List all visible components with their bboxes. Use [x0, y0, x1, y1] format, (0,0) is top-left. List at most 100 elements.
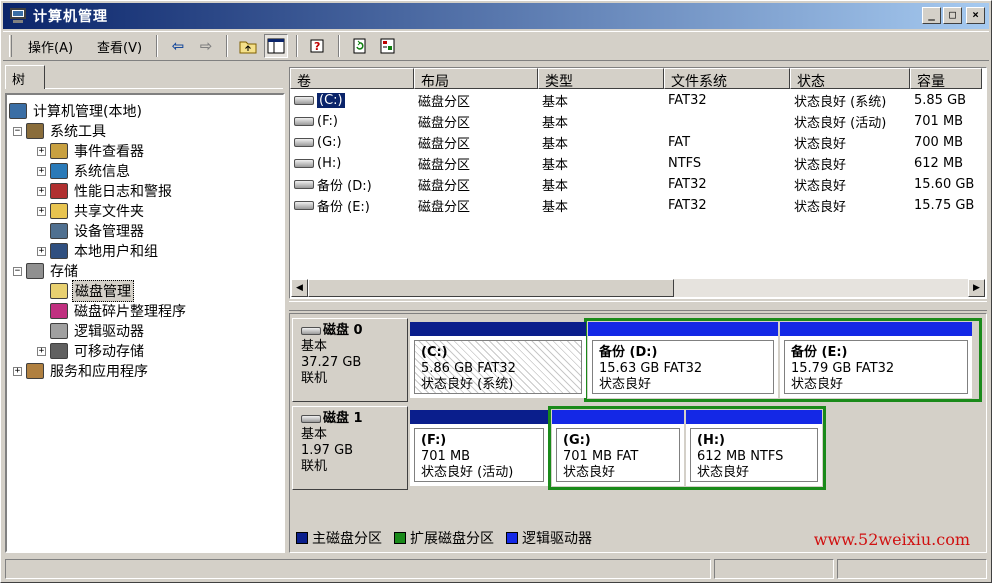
tree-item-label[interactable]: 系统工具	[48, 121, 108, 141]
help-icon[interactable]: ?	[306, 34, 330, 58]
partition-block[interactable]: 备份 (E:) 15.79 GB FAT32 状态良好	[780, 322, 972, 398]
minimize-button[interactable]: _	[922, 7, 941, 24]
tree-item[interactable]: 磁盘管理	[37, 280, 134, 302]
title-bar[interactable]: 计算机管理 _ □ ×	[3, 3, 989, 29]
table-row[interactable]: 备份 (E:) 磁盘分区 基本 FAT32 状态良好 15.75 GB	[290, 195, 982, 216]
tree-item[interactable]: 设备管理器	[37, 221, 146, 241]
tree-item-label[interactable]: 性能日志和警报	[72, 181, 174, 201]
partition-type-bar	[410, 322, 586, 336]
menu-view[interactable]: 查看(V)	[89, 35, 150, 58]
table-row[interactable]: (C:) 磁盘分区 基本 FAT32 状态良好 (系统) 5.85 GB	[290, 90, 982, 111]
column-header[interactable]: 类型	[538, 68, 664, 89]
tab-tree[interactable]: 树	[5, 65, 45, 89]
scroll-left-button[interactable]: ◀	[291, 279, 308, 297]
expand-icon[interactable]: +	[37, 166, 46, 176]
column-header[interactable]: 状态	[790, 68, 910, 89]
tree-item[interactable]: − 系统工具	[13, 121, 108, 141]
table-row[interactable]: (H:) 磁盘分区 基本 NTFS 状态良好 612 MB	[290, 153, 982, 174]
tree-item[interactable]: + 系统信息	[37, 161, 132, 181]
watermark: www.52weixiu.com	[813, 530, 970, 549]
cell-status: 状态良好	[794, 137, 847, 152]
partition-details: (H:) 612 MB NTFS 状态良好	[690, 428, 818, 482]
tree-item-label[interactable]: 服务和应用程序	[48, 361, 150, 381]
cell-capacity: 701 MB	[914, 114, 964, 129]
tree-item-label[interactable]: 设备管理器	[72, 221, 146, 241]
partition-block[interactable]: 备份 (D:) 15.63 GB FAT32 状态良好	[588, 322, 778, 398]
tree-item-label[interactable]: 存储	[48, 261, 80, 281]
partition-block[interactable]: (F:) 701 MB 状态良好 (活动)	[410, 410, 548, 486]
cell-capacity: 15.60 GB	[914, 177, 975, 192]
table-row[interactable]: (G:) 磁盘分区 基本 FAT 状态良好 700 MB	[290, 132, 982, 153]
properties-icon[interactable]	[376, 34, 400, 58]
disk-management-icon	[50, 283, 68, 299]
partition-title: (C:)	[421, 345, 448, 360]
legend-label: 扩展磁盘分区	[410, 531, 494, 547]
cell-status: 状态良好	[794, 179, 847, 194]
tree-item-label[interactable]: 事件查看器	[72, 141, 146, 161]
partition-block[interactable]: (G:) 701 MB FAT 状态良好	[552, 410, 684, 486]
tree-item-label[interactable]: 逻辑驱动器	[72, 321, 146, 341]
partition-title: (F:)	[421, 433, 447, 448]
tree-item[interactable]: 磁盘碎片整理程序	[37, 301, 188, 321]
pane-splitter[interactable]	[289, 301, 987, 311]
disk-label[interactable]: 磁盘 0 基本 37.27 GB 联机	[292, 318, 408, 402]
column-header[interactable]: 卷	[290, 68, 414, 89]
show-tree-icon[interactable]	[264, 34, 289, 58]
expand-icon[interactable]: +	[13, 366, 22, 376]
expand-icon[interactable]: +	[37, 346, 46, 356]
console-tree[interactable]: 计算机管理(本地) − 系统工具 + 事件查看器 + 系统信息 + 性能日志和警报 + 共享文件夹设…	[5, 93, 285, 553]
expand-icon[interactable]: +	[37, 206, 46, 216]
partition-details: (F:) 701 MB 状态良好 (活动)	[414, 428, 544, 482]
disk-label[interactable]: 磁盘 1 基本 1.97 GB 联机	[292, 406, 408, 490]
tree-item-label[interactable]: 磁盘管理	[72, 280, 134, 302]
scroll-thumb[interactable]	[308, 279, 674, 297]
tree-item-label[interactable]: 可移动存储	[72, 341, 146, 361]
tree-item[interactable]: + 可移动存储	[37, 341, 146, 361]
disk-graphical-view[interactable]: 主磁盘分区 扩展磁盘分区 逻辑驱动器 www.52weixiu.com 磁盘 0 基本…	[289, 313, 987, 553]
tree-item[interactable]: + 共享文件夹	[37, 201, 146, 221]
tree-item[interactable]: + 事件查看器	[37, 141, 146, 161]
volume-list[interactable]: 卷布局 类型 文件系统 状态 容量 (C:) 磁盘分区 基本 FAT32 状态良好 (系统) 5.…	[289, 67, 987, 299]
computer-icon	[9, 103, 27, 119]
collapse-icon[interactable]: −	[13, 266, 22, 276]
column-header[interactable]: 文件系统	[664, 68, 790, 89]
maximize-button[interactable]: □	[943, 7, 962, 24]
forward-arrow-icon[interactable]: ⇨	[194, 34, 218, 58]
tree-item-label[interactable]: 本地用户和组	[72, 241, 160, 261]
tree-item[interactable]: + 本地用户和组	[37, 241, 160, 261]
table-row[interactable]: 备份 (D:) 磁盘分区 基本 FAT32 状态良好 15.60 GB	[290, 174, 982, 195]
collapse-icon[interactable]: −	[13, 126, 22, 136]
tree-item[interactable]: − 存储	[13, 261, 80, 281]
computer-management-icon	[9, 8, 27, 24]
column-header[interactable]: 容量	[910, 68, 982, 89]
expand-icon[interactable]: +	[37, 246, 46, 256]
menu-action[interactable]: 操作(A)	[20, 35, 81, 58]
device-manager-icon	[50, 223, 68, 239]
tree-item-label[interactable]: 系统信息	[72, 161, 132, 181]
horizontal-scrollbar[interactable]: ◀ ▶	[291, 279, 985, 297]
back-arrow-icon[interactable]: ⇦	[166, 34, 190, 58]
close-button[interactable]: ×	[966, 7, 985, 24]
cell-fs: FAT	[668, 135, 691, 150]
tree-item[interactable]: + 性能日志和警报	[37, 181, 174, 201]
partition-block[interactable]: (H:) 612 MB NTFS 状态良好	[686, 410, 822, 486]
tree-item-label[interactable]: 磁盘碎片整理程序	[72, 301, 188, 321]
expand-icon[interactable]: +	[37, 146, 46, 156]
tree-item-label[interactable]: 共享文件夹	[72, 201, 146, 221]
tab-divider	[45, 88, 283, 89]
expand-icon[interactable]: +	[37, 186, 46, 196]
scroll-right-button[interactable]: ▶	[968, 279, 985, 297]
tree-item[interactable]: 计算机管理(本地)	[9, 101, 144, 121]
column-header[interactable]: 布局	[414, 68, 538, 89]
tree-item[interactable]: + 服务和应用程序	[13, 361, 150, 381]
status-panel-main	[5, 559, 711, 579]
tree-item-label[interactable]: 计算机管理(本地)	[31, 101, 144, 121]
refresh-icon[interactable]	[348, 34, 372, 58]
table-row[interactable]: (F:) 磁盘分区 基本 状态良好 (活动) 701 MB	[290, 111, 982, 132]
legend-swatch	[506, 532, 518, 544]
volume-icon	[294, 138, 314, 147]
up-folder-icon[interactable]	[236, 34, 260, 58]
partition-block[interactable]: (C:) 5.86 GB FAT32 状态良好 (系统)	[410, 322, 586, 398]
tree-item[interactable]: 逻辑驱动器	[37, 321, 146, 341]
toolbar-grip[interactable]	[9, 35, 12, 57]
